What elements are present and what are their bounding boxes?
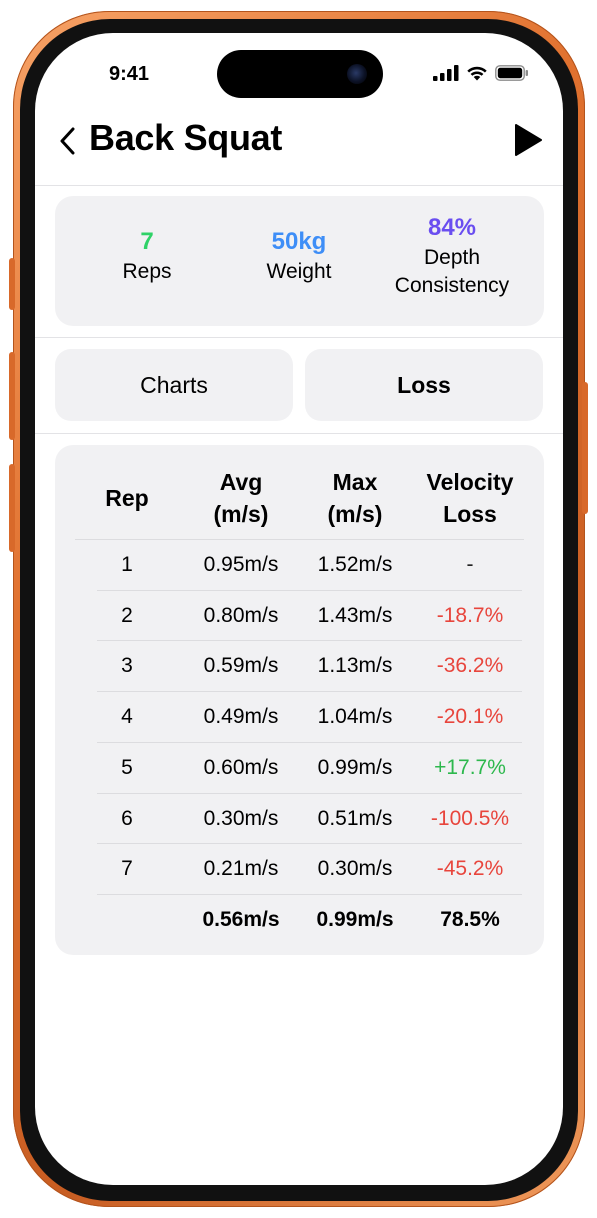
wifi-icon (467, 66, 487, 81)
stat-value: 7 (140, 228, 154, 255)
action-button (9, 258, 15, 310)
column-header-avg-line1: Avg (219, 469, 263, 495)
cell-avg: 0.59m/s (203, 654, 279, 678)
cell-rep: 4 (121, 705, 133, 729)
header-divider (35, 185, 563, 186)
cell-avg: 0.80m/s (203, 603, 279, 627)
cell-rep: 2 (121, 603, 133, 627)
column-header-avg: Avg (m/s) (181, 466, 301, 530)
screen: 9:41 Back Squat 7 Reps 50kg Weight 84% D… (35, 33, 563, 1185)
table-row: 1 0.95m/s 1.52m/s - (55, 539, 544, 590)
cell-avg: 0.49m/s (203, 705, 279, 729)
tabs-divider (35, 433, 563, 434)
total-max: 0.99m/s (316, 907, 394, 931)
tab-charts[interactable]: Charts (55, 349, 293, 421)
play-icon[interactable] (513, 123, 543, 157)
cell-rep: 3 (121, 654, 133, 678)
table-row: 6 0.30m/s 0.51m/s -100.5% (55, 793, 544, 844)
table-row: 5 0.60m/s 0.99m/s +17.7% (55, 742, 544, 793)
stat-label: Reps (122, 260, 172, 283)
power-button (582, 382, 588, 514)
cell-loss: -100.5% (430, 806, 510, 830)
column-header-max-line1: Max (332, 469, 378, 495)
velocity-table: Rep Avg (m/s) Max (m/s) Velocity Loss 1 0… (55, 445, 544, 955)
tab-loss[interactable]: Loss (305, 349, 543, 421)
volume-up-button (9, 352, 15, 440)
navigation-bar: Back Squat (35, 113, 563, 185)
total-avg: 0.56m/s (202, 907, 280, 931)
battery-icon (495, 65, 528, 81)
column-header-avg-line2: (m/s) (213, 501, 269, 527)
stat-weight: 50kg Weight (219, 228, 379, 286)
table-row: 7 0.21m/s 0.30m/s -45.2% (55, 843, 544, 894)
stat-value: 50kg (271, 228, 327, 255)
cell-loss: - (466, 553, 474, 576)
cell-loss: -45.2% (436, 857, 504, 881)
cell-avg: 0.21m/s (203, 857, 279, 881)
front-camera (347, 64, 367, 84)
cell-avg: 0.60m/s (203, 755, 279, 779)
summary-stats-card: 7 Reps 50kg Weight 84% Depth Consistency (55, 196, 544, 326)
cell-max: 0.30m/s (317, 857, 393, 881)
back-chevron-icon[interactable] (55, 123, 79, 159)
cell-loss: +17.7% (434, 755, 506, 779)
cell-max: 1.52m/s (317, 553, 393, 576)
cell-loss: -36.2% (436, 654, 504, 678)
table-row: 4 0.49m/s 1.04m/s -20.1% (55, 691, 544, 742)
cell-max: 1.04m/s (317, 705, 393, 729)
stat-label: Weight (266, 260, 332, 283)
cell-max: 0.99m/s (317, 755, 393, 779)
cell-rep: 7 (121, 857, 133, 881)
stat-reps: 7 Reps (67, 228, 227, 286)
table-row: 2 0.80m/s 1.43m/s -18.7% (55, 590, 544, 641)
stats-divider (35, 337, 563, 338)
table-row: 3 0.59m/s 1.13m/s -36.2% (55, 640, 544, 691)
total-loss: 78.5% (440, 907, 500, 931)
column-header-loss-line2: Loss (443, 501, 497, 527)
column-header-max: Max (m/s) (295, 466, 415, 530)
column-header-velocity-loss: Velocity Loss (407, 466, 533, 530)
status-icons (433, 65, 529, 81)
status-time: 9:41 (109, 63, 150, 85)
cell-rep: 6 (121, 806, 133, 830)
stat-depth-consistency: 84% Depth Consistency (372, 214, 532, 300)
cell-max: 1.13m/s (317, 654, 393, 678)
cell-max: 0.51m/s (317, 806, 393, 830)
cell-rep: 1 (121, 553, 133, 576)
column-header-rep: Rep (105, 485, 149, 511)
cellular-signal-icon (433, 65, 459, 81)
stat-label-line1: Depth (423, 246, 481, 269)
cell-rep: 5 (121, 755, 133, 779)
cell-loss: -18.7% (436, 603, 504, 627)
volume-down-button (9, 464, 15, 552)
cell-loss: -20.1% (436, 705, 504, 729)
dynamic-island (217, 50, 383, 98)
table-totals-row: 0.56m/s 0.99m/s 78.5% (55, 894, 544, 945)
column-header-loss-line1: Velocity (426, 469, 514, 495)
cell-max: 1.43m/s (317, 603, 393, 627)
stat-value: 84% (427, 214, 477, 241)
column-header-max-line2: (m/s) (327, 501, 383, 527)
cell-avg: 0.95m/s (203, 553, 279, 576)
stat-label-line2: Consistency (394, 274, 510, 297)
page-title: Back Squat (89, 117, 283, 158)
cell-avg: 0.30m/s (203, 806, 279, 830)
